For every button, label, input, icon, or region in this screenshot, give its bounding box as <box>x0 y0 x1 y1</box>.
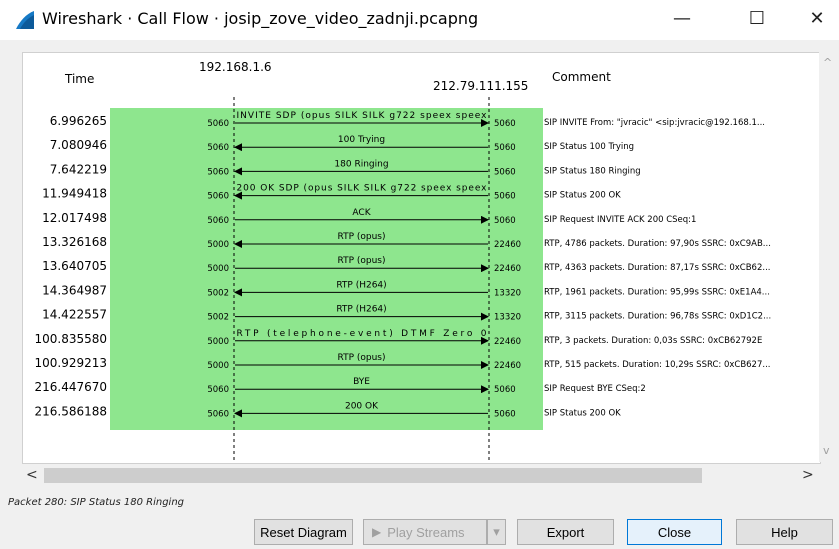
call-flow-diagram[interactable]: Time Comment 192.168.1.6 212.79.111.155 6.99… <box>22 52 821 464</box>
row-label: RTP (H264) <box>336 280 386 290</box>
row-right-port: 22460 <box>494 264 521 274</box>
row-time: 13.326168 <box>42 235 107 249</box>
row-time: 216.586188 <box>34 404 107 418</box>
row-left-port: 5000 <box>207 361 229 371</box>
row-right-port: 5060 <box>494 143 516 153</box>
row-time: 6.996265 <box>50 114 107 128</box>
row-comment: RTP, 4786 packets. Duration: 97,90s SSRC… <box>544 239 771 249</box>
row-label: RTP (telephone-event) DTMF Zero 0 <box>237 329 487 339</box>
maximize-button[interactable]: ☐ <box>737 4 777 34</box>
row-time: 11.949418 <box>42 187 107 201</box>
scroll-left-icon[interactable]: < <box>26 467 38 483</box>
row-label: 100 Trying <box>338 135 385 145</box>
time-header: Time <box>64 72 94 86</box>
row-left-port: 5060 <box>207 192 229 202</box>
row-comment: RTP, 1961 packets. Duration: 95,99s SSRC… <box>544 287 770 297</box>
left-host-label: 192.168.1.6 <box>199 60 272 74</box>
row-time: 100.929213 <box>34 356 107 370</box>
row-left-port: 5060 <box>207 216 229 226</box>
row-left-port: 5002 <box>207 288 229 298</box>
window-title: Wireshark · Call Flow · josip_zove_video… <box>42 9 479 28</box>
row-right-port: 22460 <box>494 361 521 371</box>
row-right-port: 5060 <box>494 192 516 202</box>
row-time: 7.080946 <box>50 138 107 152</box>
row-right-port: 22460 <box>494 337 521 347</box>
help-button[interactable]: Help <box>736 519 833 545</box>
row-label: RTP (H264) <box>336 305 386 315</box>
row-comment: RTP, 515 packets. Duration: 10,29s SSRC:… <box>544 360 770 370</box>
row-label: 200 OK SDP (opus SILK SILK g722 speex sp… <box>237 184 488 194</box>
row-time: 14.422557 <box>42 308 107 322</box>
minimize-button[interactable]: — <box>662 4 702 34</box>
row-right-port: 5060 <box>494 167 516 177</box>
title-bar: Wireshark · Call Flow · josip_zove_video… <box>0 0 839 40</box>
row-right-port: 13320 <box>494 313 521 323</box>
row-time: 7.642219 <box>50 162 107 176</box>
row-label: ACK <box>352 208 371 218</box>
reset-diagram-button[interactable]: Reset Diagram <box>254 519 353 545</box>
flow-canvas: Time Comment 192.168.1.6 212.79.111.155 6.99… <box>34 60 771 463</box>
row-time: 14.364987 <box>42 283 107 297</box>
close-button[interactable]: Close <box>627 519 722 545</box>
row-left-port: 5000 <box>207 264 229 274</box>
play-icon: ▶ <box>372 525 382 539</box>
row-right-port: 5060 <box>494 216 516 226</box>
row-left-port: 5002 <box>207 313 229 323</box>
row-comment: SIP Status 100 Trying <box>544 142 634 152</box>
row-comment: RTP, 3115 packets. Duration: 96,78s SSRC… <box>544 312 771 322</box>
scroll-right-icon[interactable]: > <box>802 467 814 483</box>
horizontal-scroll-thumb[interactable] <box>44 468 702 483</box>
scroll-down-icon[interactable]: v <box>823 444 830 457</box>
export-button[interactable]: Export <box>517 519 614 545</box>
row-comment: RTP, 4363 packets. Duration: 87,17s SSRC… <box>544 263 770 273</box>
right-host-label: 212.79.111.155 <box>433 79 528 93</box>
row-right-port: 13320 <box>494 288 521 298</box>
row-comment: SIP Request INVITE ACK 200 CSeq:1 <box>544 215 696 225</box>
scroll-up-icon[interactable]: ^ <box>823 56 832 69</box>
status-text: Packet 280: SIP Status 180 Ringing <box>8 497 185 508</box>
comment-header: Comment <box>552 70 611 84</box>
row-comment: SIP Status 200 OK <box>544 408 621 418</box>
row-left-port: 5060 <box>207 167 229 177</box>
highlight-band <box>110 108 543 430</box>
row-right-port: 5060 <box>494 119 516 129</box>
close-window-button[interactable]: ✕ <box>797 4 837 34</box>
row-label: RTP (opus) <box>337 256 385 266</box>
row-time: 216.447670 <box>34 380 107 394</box>
row-left-port: 5060 <box>207 143 229 153</box>
row-right-port: 5060 <box>494 385 516 395</box>
row-time: 100.835580 <box>34 332 107 346</box>
row-left-port: 5060 <box>207 385 229 395</box>
row-label: INVITE SDP (opus SILK SILK g722 speex sp… <box>237 111 488 121</box>
row-label: RTP (opus) <box>337 353 385 363</box>
row-right-port: 5060 <box>494 409 516 419</box>
row-comment: SIP INVITE From: "jvracic" <sip:jvracic@… <box>544 118 765 128</box>
row-left-port: 5000 <box>207 240 229 250</box>
vertical-scrollbar[interactable]: ^ v <box>819 52 837 462</box>
play-streams-label: Play Streams <box>387 524 465 540</box>
play-streams-button[interactable]: ▶ Play Streams <box>363 519 487 545</box>
row-time: 13.640705 <box>42 259 107 273</box>
row-comment: SIP Request BYE CSeq:2 <box>544 384 646 394</box>
row-left-port: 5060 <box>207 409 229 419</box>
row-right-port: 22460 <box>494 240 521 250</box>
play-streams-dropdown-icon[interactable]: ▾ <box>487 519 506 545</box>
row-comment: SIP Status 180 Ringing <box>544 166 641 176</box>
row-label: RTP (opus) <box>337 232 385 242</box>
row-left-port: 5060 <box>207 119 229 129</box>
row-left-port: 5000 <box>207 337 229 347</box>
row-time: 12.017498 <box>42 211 107 225</box>
row-label: BYE <box>353 377 370 387</box>
row-label: 180 Ringing <box>334 159 388 169</box>
wireshark-fin-icon <box>16 11 34 29</box>
row-label: 200 OK <box>345 401 379 411</box>
row-comment: SIP Status 200 OK <box>544 191 621 201</box>
row-comment: RTP, 3 packets. Duration: 0,03s SSRC: 0x… <box>544 336 762 346</box>
horizontal-scrollbar[interactable]: < > <box>22 465 819 487</box>
